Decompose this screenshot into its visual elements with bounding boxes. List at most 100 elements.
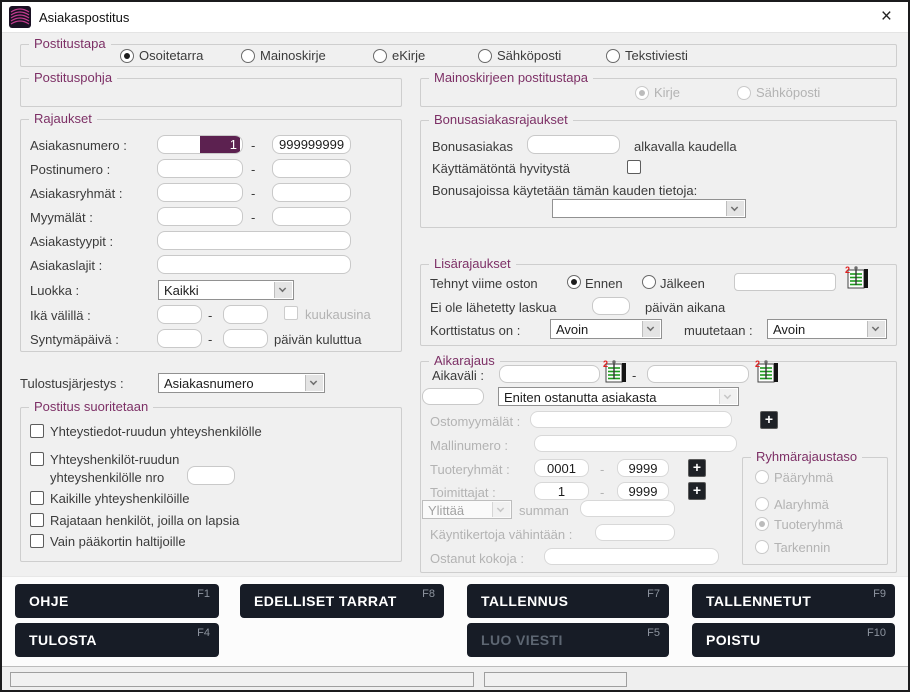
radio-osoitetarra[interactable]: [120, 49, 134, 63]
group-postituspohja-label: Postituspohja: [29, 70, 117, 85]
paakortti-checkbox-label[interactable]: Vain pääkortin haltijoille: [50, 534, 186, 549]
yhteyshenkilot-checkbox-label[interactable]: Yhteyshenkilöt-ruudun: [50, 452, 179, 467]
paakortti-checkbox[interactable]: [30, 534, 44, 548]
radio-tuoteryhma-label: Tuoteryhmä: [774, 517, 843, 532]
bonusasiakas-field[interactable]: [527, 135, 620, 154]
luokka-select[interactable]: Kaikki: [158, 280, 294, 300]
aikarajaus-count-field[interactable]: [422, 388, 484, 405]
radio-tuoteryhma[interactable]: [755, 517, 769, 531]
radio-mainoskirje-label[interactable]: Mainoskirje: [260, 48, 326, 63]
tulostusjarjestys-select[interactable]: Asiakasnumero: [158, 373, 325, 393]
radio-jalkeen-label[interactable]: Jälkeen: [660, 276, 705, 291]
postinumero-from-field[interactable]: [157, 159, 243, 178]
chevron-down-icon[interactable]: [274, 282, 292, 298]
viime-osto-date-field[interactable]: [734, 273, 836, 291]
chevron-down-icon[interactable]: [719, 389, 737, 404]
radio-alaryhma[interactable]: [755, 497, 769, 511]
syntymapaiva-to-field[interactable]: [223, 329, 268, 348]
kuukausina-checkbox[interactable]: [284, 306, 298, 320]
add-toimittaja-button[interactable]: +: [688, 482, 706, 500]
myymalat-from-field[interactable]: [157, 207, 243, 226]
toimittajat-from-field[interactable]: 1: [534, 482, 589, 500]
radio-ennen[interactable]: [567, 275, 581, 289]
range-dash: -: [251, 210, 255, 225]
mallinumero-field[interactable]: [534, 435, 737, 452]
korttistatus-select[interactable]: Avoin: [550, 319, 662, 339]
asiakasryhmat-to-field[interactable]: [272, 183, 351, 202]
range-dash: -: [208, 308, 212, 323]
radio-kirje[interactable]: [635, 86, 649, 100]
lasku-paivat-field[interactable]: [592, 297, 630, 315]
tuoteryhmat-to-field[interactable]: 9999: [617, 459, 669, 477]
radio-ekirje[interactable]: [373, 49, 387, 63]
asiakasryhmat-from-field[interactable]: [157, 183, 243, 202]
bonusasiakas-label: Bonusasiakas: [432, 139, 513, 154]
tallennetut-button[interactable]: TALLENNETUT F9: [692, 584, 895, 618]
close-icon[interactable]: ×: [881, 4, 892, 30]
hyvitys-checkbox[interactable]: [627, 160, 641, 174]
radio-tekstiviesti-label[interactable]: Tekstiviesti: [625, 48, 688, 63]
muutetaan-select[interactable]: Avoin: [767, 319, 887, 339]
aikarajaus-mode-select[interactable]: Eniten ostanutta asiakasta: [498, 387, 739, 406]
chevron-down-icon[interactable]: [305, 375, 323, 391]
radio-jalkeen[interactable]: [642, 275, 656, 289]
kayntikerrat-field[interactable]: [595, 524, 675, 541]
group-ryhmarajaustaso-label: Ryhmärajaustaso: [751, 449, 862, 464]
radio-paaryhma[interactable]: [755, 470, 769, 484]
ostomyymalat-field[interactable]: [530, 411, 732, 428]
radio-tarkennin[interactable]: [755, 540, 769, 554]
chevron-down-icon[interactable]: [867, 321, 885, 337]
chevron-down-icon[interactable]: [642, 321, 660, 337]
lasku-label: Ei ole lähetetty laskua: [430, 300, 556, 315]
calendar-icon[interactable]: 2: [755, 359, 781, 383]
add-ostomyymalat-button[interactable]: +: [760, 411, 778, 429]
tulosta-button[interactable]: TULOSTA F4: [15, 623, 219, 657]
chevron-down-icon[interactable]: [492, 502, 510, 517]
radio-sahkoposti[interactable]: [478, 49, 492, 63]
lapsia-checkbox[interactable]: [30, 513, 44, 527]
summan-field[interactable]: [580, 500, 675, 517]
radio-tekstiviesti[interactable]: [606, 49, 620, 63]
yhteyshenkilot-checkbox[interactable]: [30, 452, 44, 466]
bonus-kausi-select[interactable]: [552, 199, 746, 218]
yhteystiedot-checkbox[interactable]: [30, 424, 44, 438]
toimittajat-to-field[interactable]: 9999: [617, 482, 669, 500]
radio-ennen-label[interactable]: Ennen: [585, 276, 623, 291]
asiakasnumero-to-field[interactable]: 999999999: [272, 135, 351, 154]
myymalat-to-field[interactable]: [272, 207, 351, 226]
kaikille-checkbox-label[interactable]: Kaikille yhteyshenkilöille: [50, 491, 189, 506]
radio-ekirje-label[interactable]: eKirje: [392, 48, 425, 63]
asiakastyypit-field[interactable]: [157, 231, 351, 250]
calendar-icon[interactable]: 2: [845, 265, 871, 289]
tallennus-button[interactable]: TALLENNUS F7: [467, 584, 669, 618]
ohje-button[interactable]: OHJE F1: [15, 584, 219, 618]
kaikille-checkbox[interactable]: [30, 491, 44, 505]
asiakasnumero-from-field[interactable]: 1: [157, 135, 243, 154]
radio-sahkoposti-label[interactable]: Sähköposti: [497, 48, 561, 63]
chevron-down-icon[interactable]: [726, 201, 744, 216]
tuoteryhmat-from-field[interactable]: 0001: [534, 459, 589, 477]
syntymapaiva-from-field[interactable]: [157, 329, 202, 348]
radio-osoitetarra-label[interactable]: Osoitetarra: [139, 48, 203, 63]
aikavali-to-field[interactable]: [647, 365, 749, 383]
luokka-label: Luokka :: [30, 283, 79, 298]
edelliset-tarrat-shortcut: F8: [422, 588, 435, 600]
ika-from-field[interactable]: [157, 305, 202, 324]
lapsia-checkbox-label[interactable]: Rajataan henkilöt, joilla on lapsia: [50, 513, 239, 528]
ylittaa-select[interactable]: Ylittää: [422, 500, 512, 519]
aikavali-from-field[interactable]: [499, 365, 600, 383]
postinumero-to-field[interactable]: [272, 159, 351, 178]
kayntikerrat-label: Käyntikertoja vähintään :: [430, 527, 572, 542]
yhteystiedot-checkbox-label[interactable]: Yhteystiedot-ruudun yhteyshenkilölle: [50, 424, 262, 439]
radio-mainoskirje[interactable]: [241, 49, 255, 63]
asiakaslajit-field[interactable]: [157, 255, 351, 274]
radio-mainos-sahkoposti[interactable]: [737, 86, 751, 100]
add-tuoteryhma-button[interactable]: +: [688, 459, 706, 477]
ostanut-kokoja-field[interactable]: [544, 548, 719, 565]
calendar-icon[interactable]: 2: [603, 359, 629, 383]
poistu-button[interactable]: POISTU F10: [692, 623, 895, 657]
poistu-shortcut: F10: [867, 627, 886, 639]
edelliset-tarrat-button[interactable]: EDELLISET TARRAT F8: [240, 584, 444, 618]
yhteyshenkilo-nro-field[interactable]: [187, 466, 235, 485]
ika-to-field[interactable]: [223, 305, 268, 324]
